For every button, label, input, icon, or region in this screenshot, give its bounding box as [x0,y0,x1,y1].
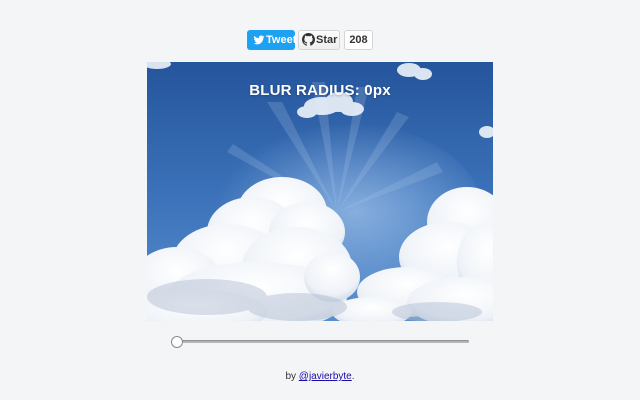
author-link[interactable]: @javierbyte [299,371,352,382]
share-bar: Tweet Star 208 [0,30,640,50]
slider-track[interactable] [172,340,469,343]
page: Tweet Star 208 BLUR RADIUS: 0px by @javi… [0,0,640,400]
tweet-button[interactable]: Tweet [247,30,297,50]
github-octocat-icon [302,33,315,46]
blur-radius-label: BLUR RADIUS: 0px [249,82,391,99]
credit-prefix: by [285,371,299,382]
sky-photo: BLUR RADIUS: 0px [147,62,493,321]
blur-radius-slider[interactable] [171,336,469,348]
star-label: Star [316,34,338,46]
credit-line: by @javierbyte. [0,371,640,382]
twitter-bird-icon [253,35,265,45]
sky-clouds-image [147,62,493,321]
github-star-button[interactable]: Star [298,30,340,50]
credit-suffix: . [351,371,355,382]
star-count-badge[interactable]: 208 [344,30,373,50]
tweet-label: Tweet [266,34,297,46]
slider-thumb[interactable] [171,336,183,348]
